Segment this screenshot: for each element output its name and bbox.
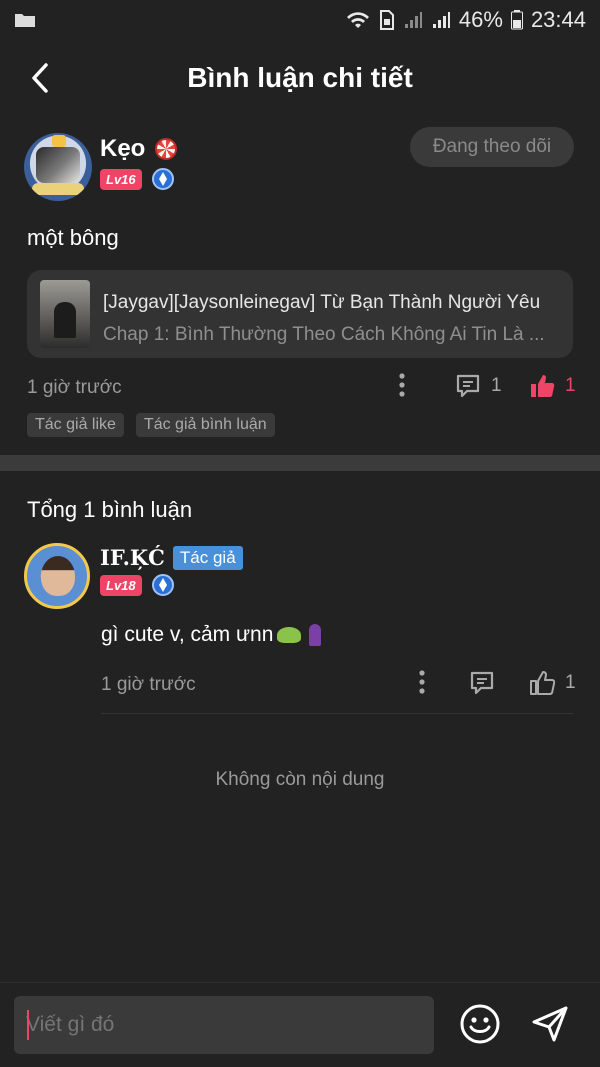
divider	[101, 713, 573, 714]
following-button[interactable]: Đang theo dõi	[410, 127, 574, 167]
turtle-emoji-icon	[277, 627, 302, 643]
level-badge: Lv16	[100, 168, 142, 190]
comment-icon	[456, 374, 480, 398]
story-title: [Jaygav][Jaysonleinegav] Từ Bạn Thành Ng…	[103, 292, 541, 313]
comment-icon	[470, 671, 494, 695]
reply-text: gì cute v, cảm ưnn	[101, 623, 322, 647]
more-button[interactable]	[419, 670, 425, 694]
chip-author-comment: Tác giả bình luận	[135, 413, 275, 437]
story-card[interactable]: [Jaygav][Jaysonleinegav] Từ Bạn Thành Ng…	[27, 270, 573, 358]
username[interactable]: Kẹo	[100, 135, 178, 163]
level-badge: Lv18	[100, 574, 142, 596]
battery-percent: 46%	[458, 7, 503, 32]
author-badge: Tác giả	[172, 545, 243, 570]
like-button[interactable]: 1	[529, 373, 576, 399]
avatar[interactable]	[24, 133, 92, 201]
comment-text: một bông	[27, 225, 119, 250]
comment-input[interactable]	[14, 996, 434, 1054]
like-count: 1	[565, 672, 576, 693]
username[interactable]: IF.ĶĆ	[100, 545, 165, 570]
reply-button[interactable]	[469, 670, 495, 696]
wifi-icon	[346, 12, 369, 28]
more-vertical-icon	[419, 670, 425, 694]
thumbs-up-icon	[531, 375, 555, 397]
more-vertical-icon	[399, 373, 405, 397]
verified-icon	[151, 168, 174, 190]
status-bar: 46% 23:44	[0, 0, 600, 40]
clock: 23:44	[530, 7, 586, 32]
comment-author: IF.ĶĆ Tác giả	[100, 545, 243, 570]
page-title: Bình luận chi tiết	[187, 61, 413, 93]
reply-count: 1	[491, 375, 502, 396]
comment-meta: 1 giờ trước 1 1	[27, 373, 576, 403]
avatar-frame-tag	[32, 183, 84, 195]
timestamp: 1 giờ trước	[101, 674, 196, 695]
smiley-icon	[460, 1004, 500, 1044]
chip-author-like: Tác giả like	[27, 413, 124, 437]
like-count: 1	[565, 375, 576, 396]
avatar-image	[36, 147, 80, 183]
user-badges: Lv16	[100, 168, 174, 190]
like-button[interactable]: 1	[529, 670, 576, 696]
end-of-list-label: Không còn nội dung	[215, 769, 385, 790]
verified-icon	[151, 574, 174, 596]
reply-button[interactable]: 1	[455, 373, 502, 399]
avatar-image	[41, 556, 75, 596]
folder-icon	[15, 14, 35, 27]
comments-total: Tổng 1 bình luận	[27, 497, 193, 522]
reply-text-content: gì cute v, cảm ưnn	[101, 623, 274, 646]
divider	[0, 982, 600, 983]
timestamp: 1 giờ trước	[27, 377, 122, 398]
section-divider	[0, 455, 600, 471]
sim-icon	[379, 10, 394, 30]
back-button[interactable]	[22, 58, 58, 98]
chevron-left-icon	[32, 63, 48, 93]
main-comment: Kẹo Lv16 Đang theo dõi một bông [Jaygav]…	[0, 115, 600, 455]
story-cover-image	[40, 280, 90, 348]
signal-icon	[404, 12, 422, 28]
more-button[interactable]	[399, 373, 405, 397]
text-caret	[27, 1010, 29, 1040]
avatar-frame-crown	[52, 135, 66, 147]
avatar[interactable]	[24, 543, 90, 609]
lollipop-icon	[155, 138, 178, 160]
emoji-button[interactable]	[458, 1002, 502, 1046]
signal-r-icon	[432, 12, 450, 28]
battery-icon	[510, 10, 523, 30]
reply-meta: 1 giờ trước 1	[101, 670, 576, 700]
send-icon	[532, 1006, 568, 1042]
author-chips: Tác giả like Tác giả bình luận	[27, 413, 275, 437]
top-bar: Bình luận chi tiết	[0, 40, 600, 115]
dancer-emoji-icon	[309, 624, 322, 646]
thumbs-up-outline-icon	[530, 671, 555, 695]
user-badges: Lv18	[100, 574, 174, 596]
send-button[interactable]	[528, 1002, 572, 1046]
story-chapter: Chap 1: Bình Thường Theo Cách Không Ai T…	[103, 324, 545, 345]
username-text: Kẹo	[100, 135, 146, 162]
